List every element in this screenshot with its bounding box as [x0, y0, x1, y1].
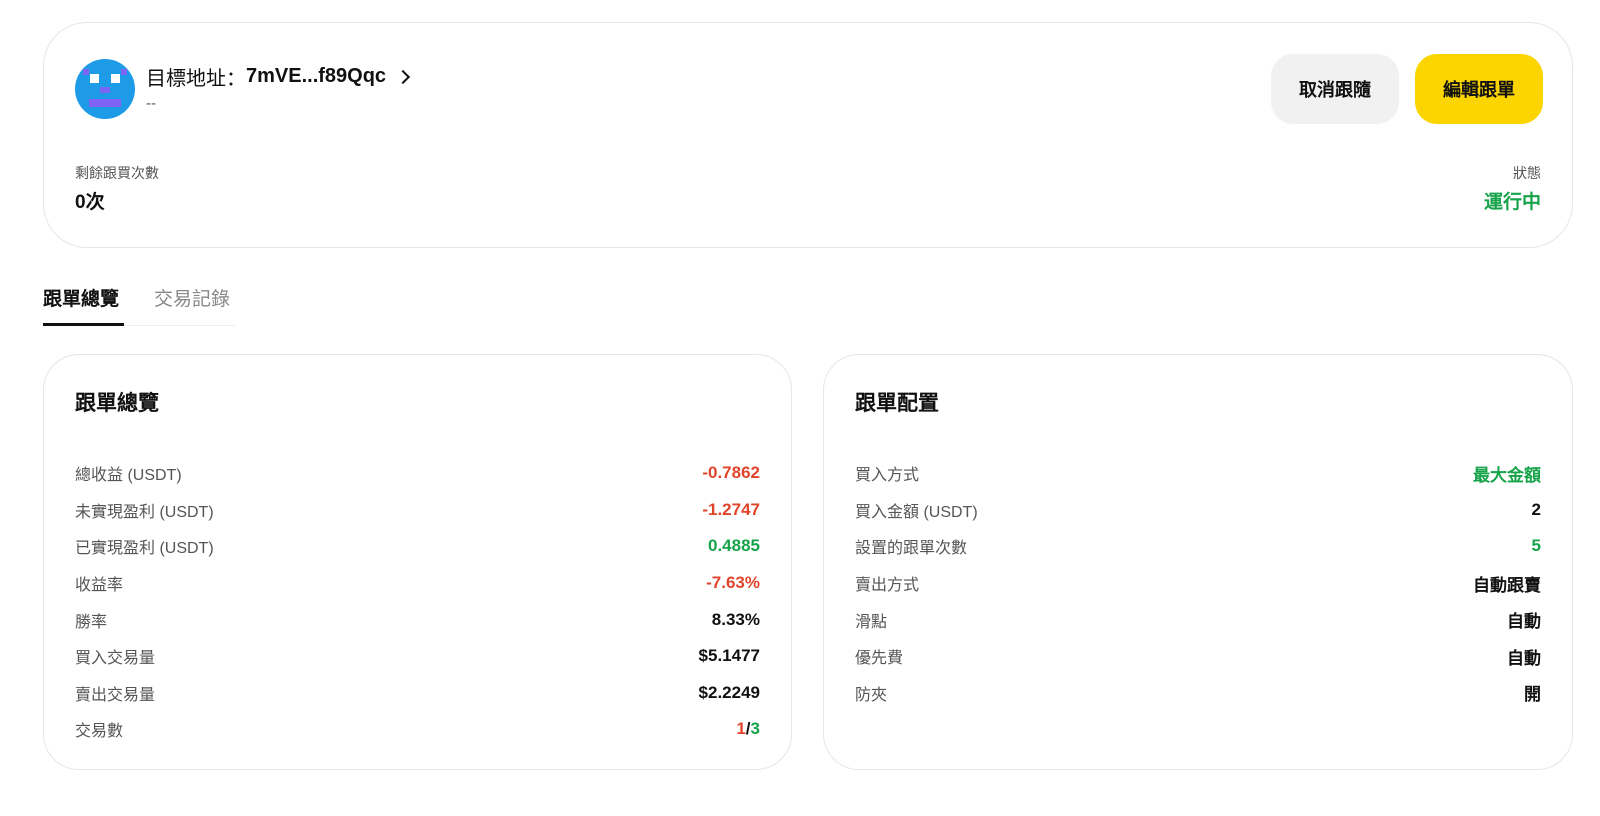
row-value: $2.2249 — [698, 682, 760, 702]
row-value: 5 — [1531, 536, 1541, 556]
tab-active-indicator — [43, 323, 124, 326]
row-value: -7.63% — [706, 573, 760, 593]
row-value: 自動跟賣 — [1473, 575, 1541, 595]
row-label: 防夾 — [855, 686, 888, 704]
row-label: 賣出交易量 — [75, 686, 156, 704]
avatar — [75, 59, 135, 119]
row-label: 交易數 — [75, 723, 124, 741]
row-value: 自動 — [1507, 648, 1541, 668]
list-item: 總收益 (USDT) -0.7862 — [75, 455, 760, 492]
list-item: 滑點 自動 — [855, 601, 1541, 638]
row-label: 設置的跟單次數 — [855, 540, 968, 558]
overview-title: 跟單總覽 — [75, 392, 159, 415]
tab-overview[interactable]: 跟單總覽 — [43, 284, 119, 311]
avatar-pixel — [100, 87, 110, 93]
chevron-right-icon — [395, 69, 411, 84]
list-item: 設置的跟單次數 5 — [855, 528, 1541, 565]
list-item: 買入金額 (USDT) 2 — [855, 492, 1541, 529]
list-item: 交易數 1/3 — [75, 711, 760, 748]
row-label: 買入金額 (USDT) — [855, 503, 978, 521]
row-value: 開 — [1524, 685, 1541, 705]
trade-count-value: 1/3 — [736, 719, 760, 739]
avatar-mouth — [89, 99, 121, 107]
list-item: 賣出交易量 $2.2249 — [75, 675, 760, 712]
list-item: 未實現盈利 (USDT) -1.2747 — [75, 492, 760, 529]
row-label: 勝率 — [75, 613, 108, 631]
row-label: 買入交易量 — [75, 650, 156, 668]
row-label: 優先費 — [855, 650, 904, 668]
row-label: 收益率 — [75, 577, 124, 595]
config-panel: 跟單配置 買入方式 最大金額 買入金額 (USDT) 2 設置的跟單次數 5 賣… — [823, 354, 1573, 770]
row-label: 未實現盈利 (USDT) — [75, 503, 214, 521]
row-value: $5.1477 — [698, 646, 760, 666]
avatar-eye-left — [90, 74, 99, 83]
address-subtitle: -- — [146, 95, 156, 112]
avatar-pixel — [121, 69, 127, 75]
row-label: 已實現盈利 (USDT) — [75, 540, 214, 558]
list-item: 優先費 自動 — [855, 638, 1541, 675]
config-title: 跟單配置 — [855, 392, 939, 415]
list-item: 買入方式 最大金額 — [855, 455, 1541, 492]
row-value: 0.4885 — [708, 536, 760, 556]
tab-bar: 跟單總覽 交易記錄 — [43, 280, 235, 326]
row-value: -0.7862 — [702, 463, 760, 483]
row-value: -1.2747 — [702, 499, 760, 519]
row-value: 2 — [1531, 499, 1541, 519]
address-label: 目標地址： — [146, 67, 246, 90]
address-value: 7mVE...f89Qqc — [246, 64, 387, 87]
list-item: 買入交易量 $5.1477 — [75, 638, 760, 675]
avatar-pixel — [83, 69, 89, 75]
overview-list: 總收益 (USDT) -0.7862 未實現盈利 (USDT) -1.2747 … — [75, 455, 760, 748]
overview-panel: 跟單總覽 總收益 (USDT) -0.7862 未實現盈利 (USDT) -1.… — [43, 354, 792, 770]
row-label: 總收益 (USDT) — [75, 467, 182, 485]
row-value: 最大金額 — [1473, 465, 1541, 485]
config-list: 買入方式 最大金額 買入金額 (USDT) 2 設置的跟單次數 5 賣出方式 自… — [855, 455, 1541, 711]
avatar-eye-right — [111, 74, 120, 83]
list-item: 防夾 開 — [855, 675, 1541, 712]
status-label: 狀態 — [1513, 165, 1541, 181]
row-value: 自動 — [1507, 612, 1541, 632]
edit-copy-trade-button[interactable]: 編輯跟單 — [1415, 54, 1543, 124]
tab-trade-history[interactable]: 交易記錄 — [154, 284, 230, 311]
row-label: 買入方式 — [855, 467, 920, 485]
cancel-follow-button[interactable]: 取消跟隨 — [1271, 54, 1399, 124]
list-item: 勝率 8.33% — [75, 601, 760, 638]
row-label: 滑點 — [855, 613, 888, 631]
trade-wins: 1 — [736, 719, 746, 739]
trade-total: 3 — [750, 719, 760, 739]
list-item: 收益率 -7.63% — [75, 565, 760, 602]
target-address-link[interactable]: 目標地址： 7mVE...f89Qqc — [146, 63, 411, 90]
list-item: 已實現盈利 (USDT) 0.4885 — [75, 528, 760, 565]
row-label: 賣出方式 — [855, 577, 920, 595]
follow-target-card: 目標地址： 7mVE...f89Qqc -- 取消跟隨 編輯跟單 剩餘跟買次數 … — [43, 22, 1573, 248]
remaining-value: 0次 — [75, 192, 105, 213]
list-item: 賣出方式 自動跟賣 — [855, 565, 1541, 602]
remaining-label: 剩餘跟買次數 — [75, 165, 159, 181]
row-value: 8.33% — [711, 609, 760, 629]
status-badge: 運行中 — [1483, 192, 1541, 213]
